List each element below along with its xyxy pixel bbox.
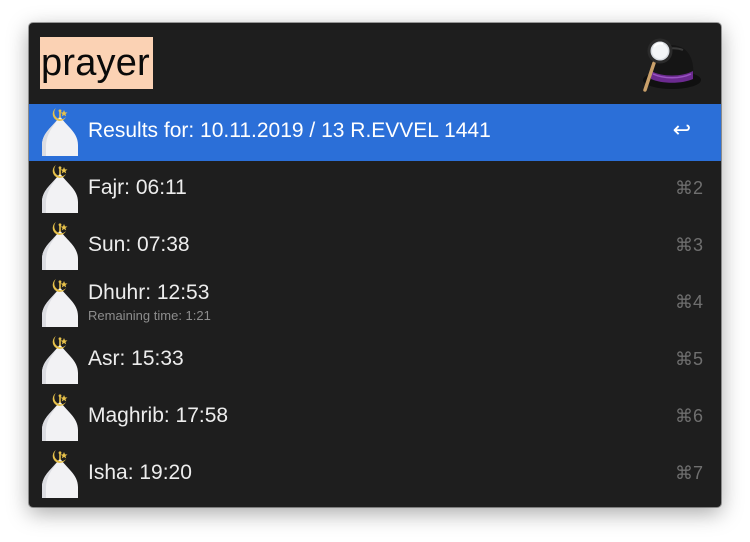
search-bar[interactable]: prayer xyxy=(29,23,721,103)
result-row-selected[interactable]: Results for: 10.11.2019 / 13 R.EVVEL 144… xyxy=(29,104,721,161)
mosque-dome-icon xyxy=(35,392,85,444)
result-row[interactable]: Sun: 07:38 ⌘3 xyxy=(29,218,721,275)
result-title: Dhuhr: 12:53 xyxy=(88,281,210,304)
result-title: Maghrib: 17:58 xyxy=(88,404,229,427)
result-shortcut: ⌘7 xyxy=(674,463,703,483)
result-shortcut: ⌘3 xyxy=(674,235,703,255)
result-title: Sun: 07:38 xyxy=(88,233,190,256)
mosque-dome-icon xyxy=(35,164,85,216)
result-row[interactable]: Fajr: 06:11 ⌘2 xyxy=(29,161,721,218)
mosque-dome-icon xyxy=(35,278,85,330)
alfred-hat-icon xyxy=(639,35,701,95)
mosque-dome-icon xyxy=(35,449,85,501)
mosque-dome-icon xyxy=(35,335,85,387)
search-input[interactable]: prayer xyxy=(40,37,153,89)
result-shortcut: ⌘2 xyxy=(674,178,703,198)
result-title: Results for: 10.11.2019 / 13 R.EVVEL 144… xyxy=(88,119,491,142)
result-row[interactable]: Maghrib: 17:58 ⌘6 xyxy=(29,389,721,446)
result-subtitle: Remaining time: 1:21 xyxy=(88,308,211,323)
result-row[interactable]: Isha: 19:20 ⌘7 xyxy=(29,446,721,503)
result-row[interactable]: Asr: 15:33 ⌘5 xyxy=(29,332,721,389)
mosque-dome-icon xyxy=(35,221,85,273)
result-shortcut: ⌘5 xyxy=(674,349,703,369)
result-title: Isha: 19:20 xyxy=(88,461,192,484)
result-title: Fajr: 06:11 xyxy=(88,176,187,199)
result-shortcut: ↩ xyxy=(672,117,691,142)
result-shortcut: ⌘6 xyxy=(674,406,703,426)
result-shortcut: ⌘4 xyxy=(674,292,703,312)
result-row[interactable]: Dhuhr: 12:53 Remaining time: 1:21 ⌘4 xyxy=(29,275,721,332)
launcher-window: prayer Results for: 10.11.2019 / 13 R.EV… xyxy=(29,23,721,507)
mosque-dome-icon xyxy=(35,107,85,159)
result-title: Asr: 15:33 xyxy=(88,347,184,370)
results-list: Results for: 10.11.2019 / 13 R.EVVEL 144… xyxy=(29,104,721,503)
